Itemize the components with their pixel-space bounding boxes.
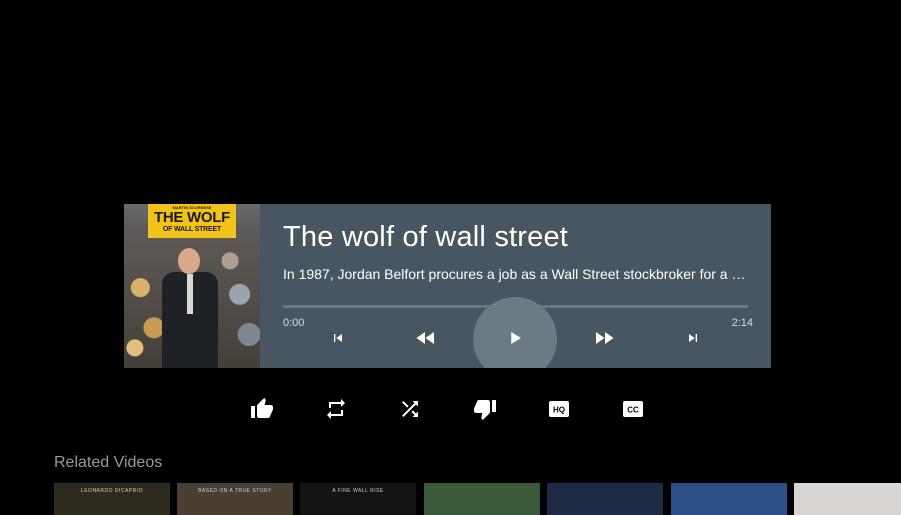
play-icon bbox=[511, 332, 521, 344]
play-button[interactable] bbox=[500, 325, 530, 351]
cc-icon-label: CC bbox=[627, 406, 639, 415]
shuffle-button[interactable] bbox=[397, 396, 423, 422]
high-quality-button[interactable]: HQ bbox=[546, 396, 572, 422]
rewind-button[interactable] bbox=[411, 325, 441, 351]
thumbs-up-button[interactable] bbox=[249, 396, 275, 422]
thumbnail-caption: A FINE WALL RISE bbox=[332, 488, 384, 494]
movie-description: In 1987, Jordan Belfort procures a job a… bbox=[283, 266, 749, 282]
fast-forward-button[interactable] bbox=[589, 325, 619, 351]
poster-figure-tie bbox=[187, 274, 193, 314]
skip-previous-icon bbox=[334, 334, 342, 342]
thumbs-down-button[interactable] bbox=[472, 396, 498, 422]
hq-icon-label: HQ bbox=[553, 406, 565, 415]
thumbnail-caption: BASED ON A TRUE STORY bbox=[198, 488, 272, 494]
fast-forward-icon bbox=[596, 332, 614, 344]
repeat-button[interactable] bbox=[323, 396, 349, 422]
related-video-thumbnail[interactable]: BASED ON A TRUE STORY bbox=[177, 483, 293, 515]
player-screen: MARTIN SCORSESE THE WOLF OF WALL STREET … bbox=[0, 0, 901, 515]
rewind-icon bbox=[416, 332, 434, 344]
poster-title-line2: OF WALL STREET bbox=[162, 226, 222, 233]
related-video-thumbnail[interactable] bbox=[547, 483, 663, 515]
poster-title-plate: MARTIN SCORSESE THE WOLF OF WALL STREET bbox=[148, 204, 236, 238]
skip-next-button[interactable] bbox=[678, 325, 708, 351]
now-playing-info: The wolf of wall street In 1987, Jordan … bbox=[283, 204, 753, 368]
thumbnail-caption: LEONARDO DICAPRIO bbox=[80, 488, 144, 494]
related-videos-heading: Related Videos bbox=[54, 454, 163, 471]
related-videos-row: LEONARDO DICAPRIO BASED ON A TRUE STORY … bbox=[54, 483, 901, 515]
skip-next-icon bbox=[689, 334, 697, 342]
related-video-thumbnail[interactable]: LEONARDO DICAPRIO bbox=[54, 483, 170, 515]
cc-icon: CC bbox=[623, 401, 643, 417]
hq-icon: HQ bbox=[549, 401, 569, 417]
total-duration: 2:14 bbox=[731, 317, 753, 329]
repeat-icon bbox=[327, 399, 345, 419]
shuffle-icon bbox=[402, 401, 418, 417]
now-playing-card: MARTIN SCORSESE THE WOLF OF WALL STREET … bbox=[124, 204, 771, 368]
closed-captions-button[interactable]: CC bbox=[620, 396, 646, 422]
related-video-thumbnail[interactable] bbox=[424, 483, 540, 515]
related-video-thumbnail[interactable] bbox=[794, 483, 901, 515]
thumbs-up-icon bbox=[251, 398, 273, 418]
elapsed-time: 0:00 bbox=[283, 317, 305, 329]
movie-poster: MARTIN SCORSESE THE WOLF OF WALL STREET bbox=[124, 204, 260, 368]
related-video-thumbnail[interactable]: A FINE WALL RISE bbox=[300, 483, 416, 515]
action-row: HQ CC bbox=[0, 396, 901, 422]
poster-title-line1: THE WOLF bbox=[154, 209, 230, 226]
movie-title: The wolf of wall street bbox=[283, 221, 569, 253]
skip-previous-button[interactable] bbox=[323, 325, 353, 351]
thumbs-down-icon bbox=[474, 400, 496, 420]
poster-figure-head bbox=[178, 248, 200, 274]
related-video-thumbnail[interactable] bbox=[671, 483, 787, 515]
